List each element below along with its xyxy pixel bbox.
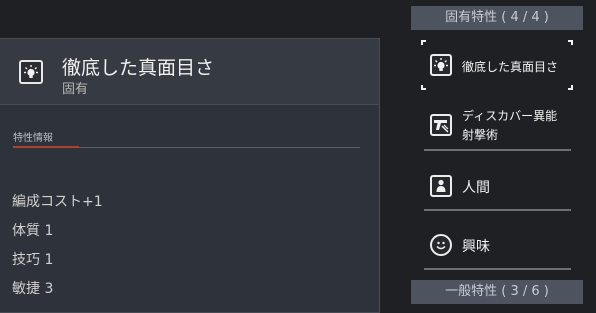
list-divider [424,268,571,270]
lightbulb-icon [19,60,43,84]
trait-detail-header: 徹底した真面目さ 固有 [0,39,379,105]
gun-icon [430,114,452,136]
list-divider [424,149,571,151]
selection-corner [421,40,426,45]
trait-item-label: 興味 [462,239,490,255]
lightbulb-icon [430,54,452,76]
trait-item-selected[interactable]: 徹底した真面目さ [421,40,573,90]
trait-title: 徹底した真面目さ [62,57,215,79]
section-divider-accent [13,146,79,148]
intrinsic-traits-header[interactable]: 固有特性 ( 4 / 4 ) [411,6,583,30]
stat-line: 編成コスト+1 [12,194,103,210]
person-icon [430,175,452,197]
trait-stats: 編成コスト+1 体質 1 技巧 1 敏捷 3 [12,193,103,309]
list-divider [424,209,571,211]
selection-corner [568,85,573,90]
trait-category: 固有 [62,82,89,97]
general-traits-header[interactable]: 一般特性 ( 3 / 6 ) [411,280,583,304]
stat-line: 技巧 1 [12,252,54,268]
trait-screen: 徹底した真面目さ 固有 特性情報 編成コスト+1 体質 1 技巧 1 敏捷 3 … [0,0,596,313]
selection-corner [421,85,426,90]
trait-item-label: 徹底した真面目さ [462,60,559,74]
trait-item-label: ディスカバー異能 射撃術 [462,107,557,145]
trait-label-line: 射撃術 [462,128,499,142]
stat-line: 敏捷 3 [12,281,54,297]
section-label: 特性情報 [13,133,53,144]
trait-detail-panel: 徹底した真面目さ 固有 特性情報 編成コスト+1 体質 1 技巧 1 敏捷 3 [0,38,380,313]
trait-item[interactable]: ディスカバー異能 射撃術 [421,101,571,151]
trait-item-label: 人間 [462,180,490,196]
stat-line: 体質 1 [12,223,54,239]
smiley-icon [430,234,452,256]
trait-item[interactable]: 興味 [421,220,571,270]
trait-label-line: ディスカバー異能 [462,109,558,123]
selection-corner [568,40,573,45]
trait-item[interactable]: 人間 [421,161,571,211]
